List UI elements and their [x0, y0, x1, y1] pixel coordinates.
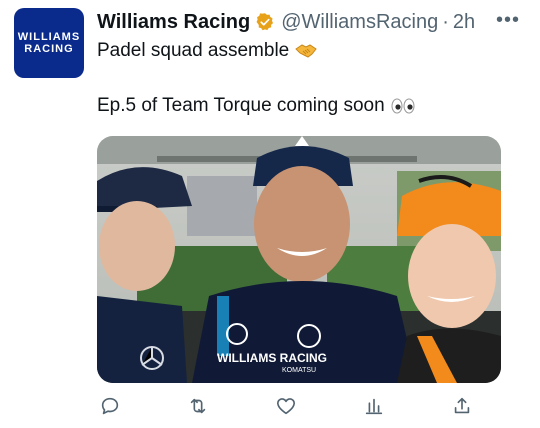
reply-button[interactable] — [97, 393, 123, 419]
tweet-text-line2: Ep.5 of Team Torque coming soon — [97, 95, 416, 117]
retweet-icon — [190, 398, 206, 414]
share-icon — [454, 397, 470, 414]
retweet-button[interactable] — [185, 393, 211, 419]
like-icon — [276, 398, 296, 415]
avatar-text-line2: RACING — [24, 43, 74, 55]
display-name[interactable]: Williams Racing — [97, 11, 250, 34]
avatar-text-line1: WILLIAMS — [17, 31, 81, 43]
tweet-media-photo[interactable]: WILLIAMS RACING KOMATSU — [97, 136, 501, 383]
selfie-photo: WILLIAMS RACING KOMATSU — [97, 136, 501, 383]
person-right — [397, 175, 501, 383]
share-button[interactable] — [449, 393, 475, 419]
views-button[interactable] — [361, 393, 387, 419]
timestamp[interactable]: 2h — [453, 11, 475, 34]
account-handle[interactable]: @WilliamsRacing — [281, 11, 438, 34]
eyes-emoji-icon — [391, 98, 415, 114]
separator-dot: · — [442, 10, 449, 33]
more-options-icon[interactable]: ••• — [496, 9, 520, 32]
verified-badge-icon — [256, 13, 274, 31]
sponsor-text: KOMATSU — [282, 367, 316, 374]
williams-chest-logo: WILLIAMS RACING — [217, 351, 327, 365]
tweet-text-line1: Padel squad assemble — [97, 40, 317, 62]
tweet-line2-text: Ep.5 of Team Torque coming soon — [97, 95, 385, 116]
tweet-line1-text: Padel squad assemble — [97, 40, 290, 61]
tweet-header: Williams Racing @WilliamsRacing · 2h ••• — [97, 9, 520, 35]
views-icon — [365, 398, 383, 415]
handshake-emoji-icon — [294, 44, 317, 58]
like-button[interactable] — [273, 393, 299, 419]
tweet-action-bar — [97, 393, 501, 419]
reply-icon — [101, 397, 119, 415]
account-avatar[interactable]: WILLIAMS RACING — [14, 8, 84, 78]
